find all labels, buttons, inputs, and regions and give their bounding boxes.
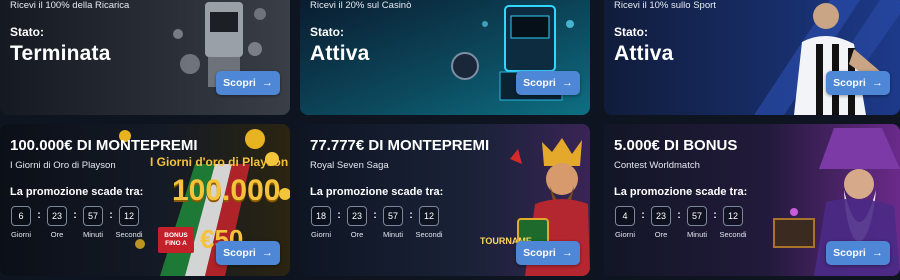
- card-subtitle: Ricevi il 10% sullo Sport: [614, 0, 716, 11]
- promo-art-amount: 100.000: [172, 174, 281, 207]
- state-value: Terminata: [10, 42, 111, 65]
- state-label: Stato:: [10, 25, 44, 39]
- countdown-timer: 4 Giorni : 23 Ore : 57 Minuti : 12 Secondi: [614, 206, 747, 239]
- timer-unit-label: Ore: [50, 230, 64, 239]
- timer-value: 18: [311, 206, 331, 226]
- discover-button[interactable]: Scopri →: [516, 71, 580, 95]
- timer-separator: :: [409, 210, 413, 221]
- state-label: Stato:: [614, 25, 648, 39]
- timer-value: 12: [419, 206, 439, 226]
- bonus-badge: BONUS FINO A: [158, 227, 194, 253]
- arrow-right-icon: →: [261, 76, 273, 89]
- timer-unit-label: Secondi: [415, 230, 443, 239]
- timer-seconds: 12 Secondi: [415, 206, 443, 239]
- timer-unit-label: Minuti: [686, 230, 707, 239]
- timer-minutes: 57 Minuti: [82, 206, 104, 239]
- timer-value: 57: [383, 206, 403, 226]
- state-value: Attiva: [310, 42, 370, 65]
- arrow-right-icon: →: [871, 76, 883, 89]
- promo-title: 5.000€ DI BONUS: [614, 137, 738, 154]
- timer-unit-label: Minuti: [382, 230, 403, 239]
- timer-separator: :: [641, 210, 645, 221]
- timer-unit-label: Giorni: [310, 230, 331, 239]
- timer-unit-label: Secondi: [719, 230, 747, 239]
- timer-unit-label: Giorni: [614, 230, 635, 239]
- timer-days: 4 Giorni: [614, 206, 636, 239]
- promo-subtitle: Royal Seven Saga: [310, 160, 389, 171]
- timer-separator: :: [337, 210, 341, 221]
- timer-value: 6: [11, 206, 31, 226]
- timer-minutes: 57 Minuti: [686, 206, 708, 239]
- timer-separator: :: [109, 210, 113, 221]
- timer-minutes: 57 Minuti: [382, 206, 404, 239]
- promo-subtitle: I Giorni di Oro di Playson: [10, 160, 116, 171]
- countdown-timer: 6 Giorni : 23 Ore : 57 Minuti : 12 Secondi: [10, 206, 143, 239]
- timer-separator: :: [37, 210, 41, 221]
- timer-hours: 23 Ore: [46, 206, 68, 239]
- timer-hours: 23 Ore: [650, 206, 672, 239]
- promo-art-banner: I Giorni d'oro di Playson: [150, 155, 289, 169]
- timer-value: 12: [723, 206, 743, 226]
- promo-title: 100.000€ DI MONTEPREMI: [10, 137, 198, 154]
- timer-seconds: 12 Secondi: [115, 206, 143, 239]
- discover-button[interactable]: Scopri →: [216, 71, 280, 95]
- discover-button[interactable]: Scopri →: [516, 241, 580, 265]
- timer-days: 6 Giorni: [10, 206, 32, 239]
- promo-card-recharge: Ricevi il 100% della Ricarica Stato: Ter…: [0, 0, 290, 115]
- timer-unit-label: Giorni: [10, 230, 31, 239]
- arrow-right-icon: →: [261, 246, 273, 259]
- button-label: Scopri: [223, 247, 256, 259]
- tournament-card-royal-seven: TOURNAME 77.777€ DI MONTEPREMI Royal Sev…: [300, 124, 590, 276]
- promo-card-casino: Ricevi il 20% sul Casinò Stato: Attiva S…: [300, 0, 590, 115]
- countdown-timer: 18 Giorni : 23 Ore : 57 Minuti : 12 Secondi: [310, 206, 443, 239]
- timer-value: 23: [347, 206, 367, 226]
- promo-title: 77.777€ DI MONTEPREMI: [310, 137, 490, 154]
- arrow-right-icon: →: [561, 76, 573, 89]
- timer-value: 57: [83, 206, 103, 226]
- timer-seconds: 12 Secondi: [719, 206, 747, 239]
- button-label: Scopri: [833, 77, 866, 89]
- timer-unit-label: Ore: [350, 230, 364, 239]
- expiry-label: La promozione scade tra:: [614, 186, 748, 198]
- timer-separator: :: [677, 210, 681, 221]
- state-value: Attiva: [614, 42, 674, 65]
- timer-separator: :: [373, 210, 377, 221]
- button-label: Scopri: [523, 247, 556, 259]
- bonus-badge-line2: FINO A: [165, 240, 187, 247]
- bonus-badge-line1: BONUS: [164, 232, 188, 240]
- button-label: Scopri: [523, 77, 556, 89]
- promo-card-sport: Ricevi il 10% sullo Sport Stato: Attiva …: [604, 0, 900, 115]
- expiry-label: La promozione scade tra:: [310, 186, 444, 198]
- promo-subtitle: Contest Worldmatch: [614, 160, 700, 171]
- tournament-card-playson: I Giorni d'oro di Playson 100.000 BONUS …: [0, 124, 290, 276]
- contest-card-worldmatch: 5.000€ DI BONUS Contest Worldmatch La pr…: [604, 124, 900, 276]
- timer-value: 23: [47, 206, 67, 226]
- card-subtitle: Ricevi il 20% sul Casinò: [310, 0, 412, 11]
- timer-value: 23: [651, 206, 671, 226]
- timer-unit-label: Ore: [654, 230, 668, 239]
- timer-unit-label: Minuti: [82, 230, 103, 239]
- timer-value: 57: [687, 206, 707, 226]
- timer-hours: 23 Ore: [346, 206, 368, 239]
- discover-button[interactable]: Scopri →: [216, 241, 280, 265]
- timer-days: 18 Giorni: [310, 206, 332, 239]
- timer-value: 4: [615, 206, 635, 226]
- timer-value: 12: [119, 206, 139, 226]
- discover-button[interactable]: Scopri →: [826, 71, 890, 95]
- arrow-right-icon: →: [871, 246, 883, 259]
- state-label: Stato:: [310, 25, 344, 39]
- arrow-right-icon: →: [561, 246, 573, 259]
- expiry-label: La promozione scade tra:: [10, 186, 144, 198]
- timer-unit-label: Secondi: [115, 230, 143, 239]
- timer-separator: :: [73, 210, 77, 221]
- card-subtitle: Ricevi il 100% della Ricarica: [10, 0, 130, 11]
- discover-button[interactable]: Scopri →: [826, 241, 890, 265]
- button-label: Scopri: [833, 247, 866, 259]
- timer-separator: :: [713, 210, 717, 221]
- button-label: Scopri: [223, 77, 256, 89]
